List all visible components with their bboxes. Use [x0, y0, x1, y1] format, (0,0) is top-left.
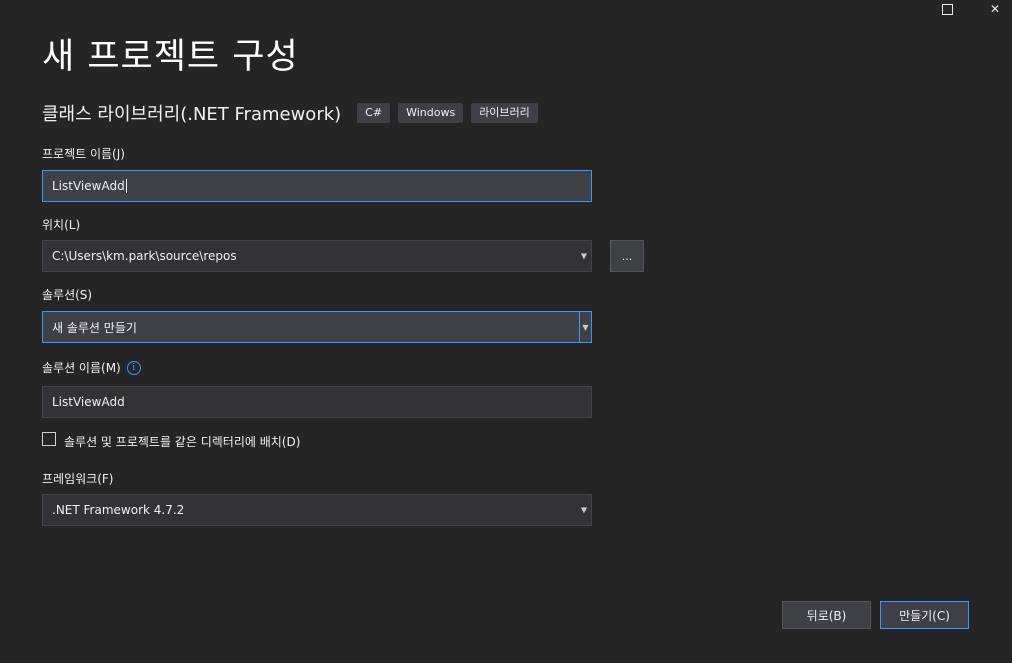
create-button[interactable]: 만들기(C): [880, 601, 969, 629]
maximize-button[interactable]: [933, 0, 961, 18]
info-icon[interactable]: i: [126, 360, 141, 375]
solution-dropdown[interactable]: 새 솔루션 만들기 ▼: [42, 311, 592, 343]
location-value: C:\Users\km.park\source\repos: [52, 249, 237, 263]
close-button[interactable]: ✕: [981, 0, 1009, 18]
template-name: 클래스 라이브러리(.NET Framework): [42, 104, 342, 125]
project-name-input[interactable]: ListViewAdd: [42, 170, 592, 202]
close-icon: ✕: [989, 2, 1001, 16]
browse-button[interactable]: ...: [610, 240, 644, 272]
project-name-label: 프로젝트 이름(J): [42, 147, 125, 161]
tag-platform: Windows: [398, 103, 464, 123]
solution-name-label-row: 솔루션 이름(M) i: [42, 359, 141, 376]
solution-value: 새 솔루션 만들기: [52, 320, 137, 335]
project-name-value: ListViewAdd: [52, 179, 125, 193]
back-button[interactable]: 뒤로(B): [782, 601, 871, 629]
same-directory-checkbox[interactable]: [42, 432, 56, 446]
same-directory-label[interactable]: 솔루션 및 프로젝트를 같은 디렉터리에 배치(D): [64, 433, 300, 450]
tag-project-type: 라이브러리: [471, 103, 538, 123]
text-caret: [125, 179, 127, 193]
chevron-down-icon[interactable]: ▼: [579, 312, 591, 342]
location-label: 위치(L): [42, 218, 81, 232]
page-title: 새 프로젝트 구성: [42, 37, 299, 77]
maximize-icon: [941, 3, 953, 15]
chevron-down-icon[interactable]: ▼: [581, 252, 587, 261]
framework-dropdown[interactable]: .NET Framework 4.7.2 ▼: [42, 494, 592, 526]
template-header: 클래스 라이브러리(.NET Framework) C# Windows 라이브…: [42, 100, 546, 126]
tag-language: C#: [357, 103, 391, 123]
location-combobox[interactable]: C:\Users\km.park\source\repos ▼: [42, 240, 592, 272]
solution-name-input[interactable]: ListViewAdd: [42, 386, 592, 418]
framework-value: .NET Framework 4.7.2: [52, 503, 185, 517]
solution-label: 솔루션(S): [42, 288, 93, 302]
chevron-down-icon[interactable]: ▼: [581, 506, 587, 515]
framework-label: 프레임워크(F): [42, 472, 114, 486]
solution-name-value: ListViewAdd: [52, 395, 125, 409]
solution-name-label: 솔루션 이름(M): [42, 361, 121, 375]
